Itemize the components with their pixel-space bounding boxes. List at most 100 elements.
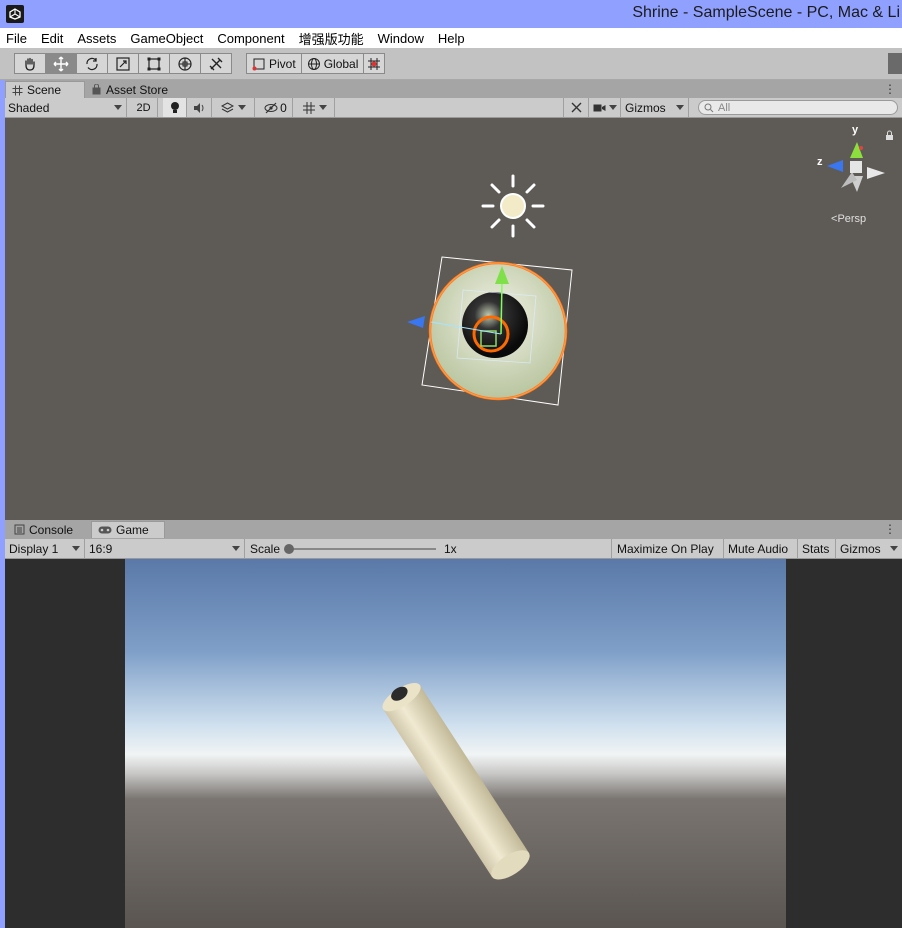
global-toggle[interactable]: Global [300, 53, 365, 74]
rotate-tool-button[interactable] [76, 53, 108, 74]
axis-y-label: y [852, 124, 859, 136]
display-value: Display 1 [9, 541, 59, 556]
toolbar-right-control[interactable] [888, 53, 902, 74]
move-tool-button[interactable] [45, 53, 77, 74]
toggle-2d-button[interactable]: 2D [130, 98, 158, 117]
tab-game[interactable]: Game [91, 521, 165, 538]
scale-tool-button[interactable] [107, 53, 139, 74]
rect-tool-button[interactable] [138, 53, 170, 74]
grid-icon [302, 101, 315, 114]
menu-enhanced-features[interactable]: 增强版功能 [299, 29, 364, 48]
menu-window[interactable]: Window [378, 31, 424, 46]
game-gizmos-dropdown[interactable]: Gizmos [836, 539, 902, 558]
window-title: Shrine - SampleScene - PC, Mac & Li [632, 4, 900, 21]
menu-component[interactable]: Component [217, 31, 284, 46]
stats-toggle[interactable]: Stats [798, 539, 836, 558]
hand-tool-icon [25, 57, 35, 71]
stats-label: Stats [802, 541, 830, 556]
menu-gameobject[interactable]: GameObject [130, 31, 203, 46]
scene-toolbar: Shaded 2D 0 Gizmos All [5, 98, 902, 118]
rotate-tool-icon [86, 57, 98, 70]
menu-help[interactable]: Help [438, 31, 465, 46]
transform-tool-icon [178, 56, 192, 71]
grid-snap-icon [368, 57, 381, 70]
shading-mode-value: Shaded [8, 100, 50, 115]
globe-icon [307, 57, 320, 70]
hand-tool-button[interactable] [14, 53, 46, 74]
snap-toggle[interactable] [363, 53, 386, 74]
custom-tool-button[interactable] [200, 53, 232, 74]
menu-edit[interactable]: Edit [41, 31, 63, 46]
scene-tab-menu-icon[interactable]: ⋮ [884, 82, 896, 96]
chevron-down-icon [232, 546, 240, 551]
camera-dropdown[interactable] [589, 98, 621, 117]
console-icon [14, 524, 25, 535]
grid-dropdown[interactable] [295, 98, 335, 117]
scale-value: 1x [444, 541, 457, 556]
tab-scene[interactable]: Scene [5, 81, 85, 98]
mute-audio-label: Mute Audio [728, 541, 789, 556]
hidden-objects-toggle[interactable]: 0 [259, 98, 293, 117]
search-placeholder: All [718, 101, 731, 114]
lightbulb-icon [170, 102, 179, 113]
audio-toggle[interactable] [188, 98, 212, 117]
scene-viewport[interactable]: y z <Persp [5, 118, 902, 520]
scene-search-input[interactable]: All [698, 100, 898, 115]
tab-asset-store[interactable]: Asset Store [85, 81, 174, 98]
scene-canvas[interactable] [5, 118, 902, 520]
effects-dropdown[interactable] [213, 98, 255, 117]
game-viewport[interactable] [5, 559, 902, 928]
menu-bar: File Edit Assets GameObject Component 增强… [0, 28, 902, 48]
effects-layers-icon [221, 101, 234, 113]
speaker-icon [194, 102, 204, 113]
custom-tool-icon [209, 57, 223, 70]
global-label: Global [323, 56, 359, 71]
menu-assets[interactable]: Assets [77, 31, 116, 46]
gamepad-icon [98, 526, 112, 534]
maximize-on-play-label: Maximize On Play [617, 541, 714, 556]
chevron-down-icon [114, 105, 122, 110]
gizmos-dropdown[interactable]: Gizmos [621, 98, 689, 117]
search-icon [704, 103, 714, 112]
aspect-dropdown[interactable]: 16:9 [85, 539, 245, 558]
chevron-down-icon [676, 105, 684, 110]
pivot-toggle[interactable]: Pivot [246, 53, 302, 74]
scale-tool-icon [116, 56, 130, 71]
scene-tools-button[interactable] [563, 98, 589, 117]
maximize-on-play-toggle[interactable]: Maximize On Play [613, 539, 724, 558]
scale-label: Scale [250, 541, 281, 556]
game-toolbar: Display 1 16:9 Scale 1x Maximize On Play… [5, 539, 902, 559]
lock-icon[interactable] [886, 130, 893, 140]
lighting-toggle[interactable] [163, 98, 187, 117]
chevron-down-icon [608, 105, 617, 110]
game-render[interactable] [5, 559, 902, 928]
eye-slash-icon [264, 102, 278, 113]
main-toolbar: Pivot Global [0, 48, 902, 80]
menu-file[interactable]: File [6, 31, 27, 46]
projection-toggle[interactable]: <Persp [831, 213, 866, 225]
game-tab-menu-icon[interactable]: ⋮ [884, 522, 896, 536]
projection-label: Persp [837, 213, 867, 225]
orientation-gizmo[interactable] [827, 142, 885, 192]
shopping-bag-icon [92, 84, 101, 95]
chevron-down-icon [72, 546, 80, 551]
camera-icon [593, 104, 605, 111]
tab-scene-label: Scene [27, 83, 62, 97]
pivot-label: Pivot [269, 56, 296, 71]
toggle-2d-label: 2D [136, 101, 151, 114]
aspect-value: 16:9 [89, 541, 113, 556]
scale-slider[interactable] [284, 544, 436, 554]
transform-tool-button[interactable] [169, 53, 201, 74]
chevron-down-icon [890, 546, 898, 551]
gizmos-label: Gizmos [625, 100, 666, 115]
shading-mode-dropdown[interactable]: Shaded [5, 98, 127, 117]
pivot-toggles: Pivot Global [246, 53, 386, 74]
tab-game-label: Game [116, 523, 149, 537]
directional-light-icon[interactable] [481, 174, 545, 238]
display-dropdown[interactable]: Display 1 [5, 539, 85, 558]
tab-console[interactable]: Console [8, 521, 79, 538]
chevron-down-icon [238, 105, 246, 110]
mute-audio-toggle[interactable]: Mute Audio [724, 539, 798, 558]
scale-slider-thumb[interactable] [284, 544, 294, 554]
hidden-count: 0 [280, 100, 287, 115]
